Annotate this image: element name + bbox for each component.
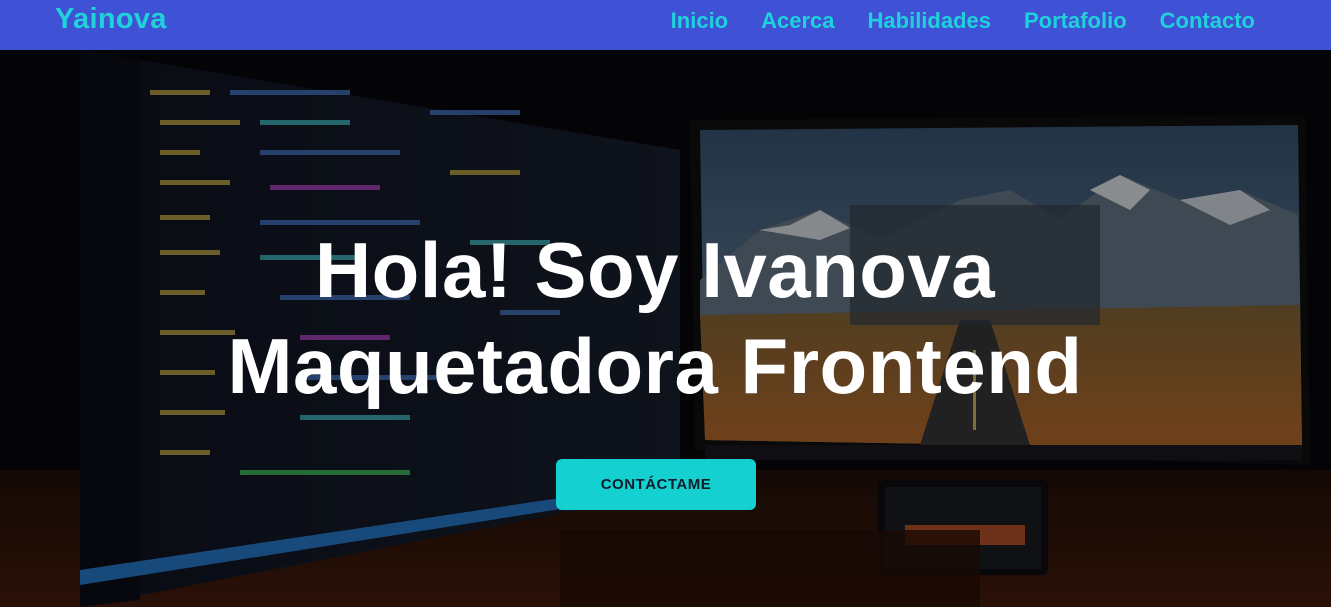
- nav-menu: Inicio Acerca Habilidades Portafolio Con…: [671, 8, 1255, 34]
- contact-me-button[interactable]: CONTÁCTAME: [556, 459, 756, 510]
- hero-title-greeting: Hola! Soy Ivanova: [314, 226, 996, 314]
- navbar: Yainova Inicio Acerca Habilidades Portaf…: [0, 0, 1331, 50]
- brand-logo[interactable]: Yainova: [55, 3, 167, 36]
- nav-link-acerca[interactable]: Acerca: [761, 8, 834, 34]
- nav-link-inicio[interactable]: Inicio: [671, 8, 728, 34]
- nav-link-habilidades[interactable]: Habilidades: [868, 8, 991, 34]
- nav-link-contacto[interactable]: Contacto: [1160, 8, 1255, 34]
- hero-title-role: Maquetadora Frontend: [227, 322, 1083, 410]
- nav-link-portafolio[interactable]: Portafolio: [1024, 8, 1127, 34]
- hero-section: Hola! Soy Ivanova Maquetadora Frontend C…: [0, 50, 1331, 607]
